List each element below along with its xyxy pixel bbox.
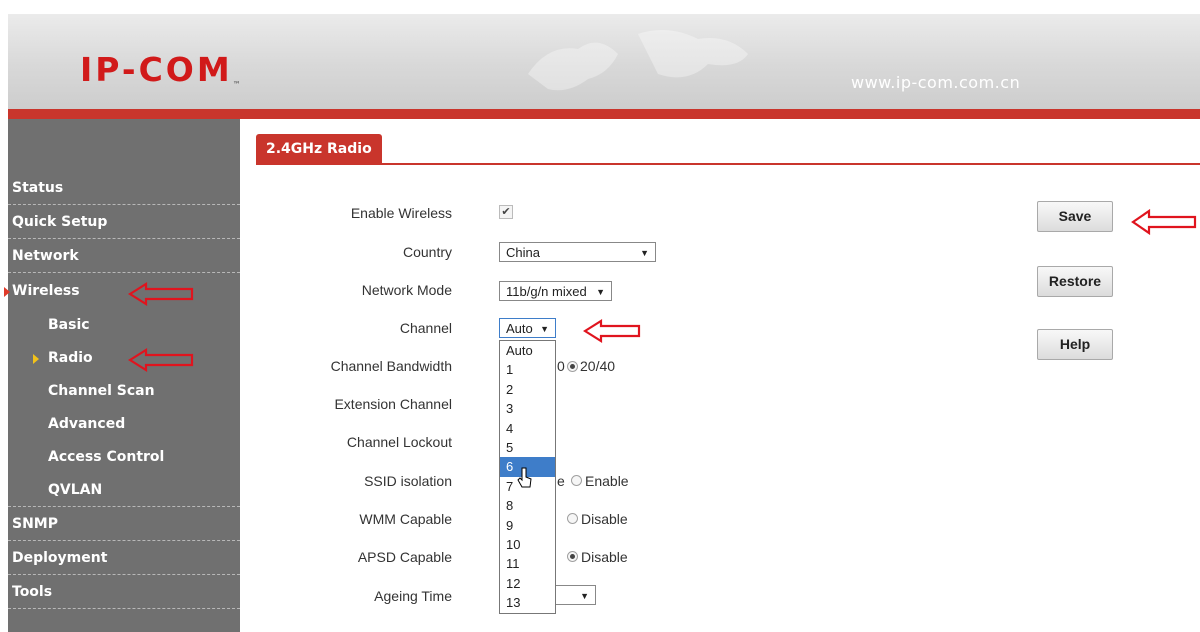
sidebar-item-basic[interactable]: Basic (8, 309, 240, 342)
dropdown-arrow-icon: ▼ (580, 591, 589, 601)
sidebar-item-label: Basic (48, 317, 90, 333)
sidebar-item-snmp[interactable]: SNMP (8, 508, 240, 541)
help-button[interactable]: Help (1037, 329, 1113, 360)
dropdown-arrow-icon: ▼ (540, 324, 549, 334)
channel-option[interactable]: 11 (500, 554, 555, 573)
wmm-disable-radio[interactable] (567, 513, 578, 524)
channel-option[interactable]: 12 (500, 574, 555, 593)
enable-wireless-checkbox[interactable]: ✔ (499, 205, 513, 219)
sidebar-item-advanced[interactable]: Advanced (8, 408, 240, 441)
channel-option[interactable]: 13 (500, 593, 555, 612)
sidebar-item-tools[interactable]: Tools (8, 576, 240, 609)
sidebar-item-wireless[interactable]: Wireless (4, 275, 240, 308)
sidebar-item-channel-scan[interactable]: Channel Scan (8, 375, 240, 408)
dropdown-arrow-icon: ▼ (640, 248, 649, 258)
sidebar-item-radio[interactable]: Radio (8, 342, 240, 375)
channel-lockout-label: Channel Lockout (346, 434, 452, 450)
sidebar-item-label: SNMP (12, 516, 58, 532)
channel-label: Channel (399, 320, 452, 336)
sidebar-item-label: Quick Setup (12, 214, 108, 230)
channel-option[interactable]: 5 (500, 438, 555, 457)
sidebar-nav: Status Quick Setup Network Wireless Basi… (4, 119, 240, 632)
channel-option[interactable]: 4 (500, 419, 555, 438)
bandwidth-partial-text: 0 (557, 358, 565, 374)
apsd-disable-radio[interactable] (567, 551, 578, 562)
network-mode-label: Network Mode (361, 282, 452, 298)
country-select[interactable]: China ▼ (499, 242, 656, 262)
sidebar-item-label: Network (12, 248, 79, 264)
mouse-cursor-icon (517, 467, 532, 488)
sidebar-item-label: Status (12, 180, 64, 196)
channel-select[interactable]: Auto ▼ (499, 318, 556, 338)
channel-option[interactable]: 10 (500, 535, 555, 554)
tab-underline (256, 163, 1200, 165)
extension-channel-label: Extension Channel (334, 396, 452, 412)
ssid-isolation-label: SSID isolation (364, 473, 452, 489)
website-url: www.ip-com.com.cn (851, 73, 1021, 92)
bandwidth-20-40-label: 20/40 (580, 358, 616, 374)
sidebar-item-network[interactable]: Network (8, 240, 240, 273)
channel-option[interactable]: 3 (500, 399, 555, 418)
sidebar-item-label: Access Control (48, 449, 165, 465)
world-map-graphic (528, 30, 748, 91)
sidebar-item-label: Channel Scan (48, 383, 155, 399)
ssid-isolation-partial-text: e (557, 473, 565, 489)
channel-bandwidth-label: Channel Bandwidth (330, 358, 452, 374)
sidebar-item-deployment[interactable]: Deployment (8, 542, 240, 575)
sidebar-item-label: Advanced (48, 416, 126, 432)
network-mode-select[interactable]: 11b/g/n mixed ▼ (499, 281, 612, 301)
sidebar-item-quick-setup[interactable]: Quick Setup (8, 206, 240, 239)
ssid-isolation-enable-label: Enable (585, 473, 629, 489)
active-triangle-icon (4, 287, 10, 297)
sidebar-item-label: Deployment (12, 550, 108, 566)
apsd-disable-label: Disable (581, 549, 628, 565)
sidebar-item-label: Tools (12, 584, 53, 600)
channel-option[interactable]: Auto (500, 341, 555, 360)
wmm-disable-label: Disable (581, 511, 628, 527)
header-banner: IP-COM™ www.ip-com.com.cn (8, 14, 1200, 109)
ssid-isolation-enable-radio[interactable] (571, 475, 582, 486)
annotation-arrow-icon (1131, 209, 1197, 235)
sidebar-item-label: Wireless (12, 283, 80, 299)
channel-value: Auto (506, 321, 533, 336)
sidebar-item-status[interactable]: Status (8, 172, 240, 205)
save-button[interactable]: Save (1037, 201, 1113, 232)
header-red-bar (8, 109, 1200, 119)
sidebar-item-qvlan[interactable]: QVLAN (8, 474, 240, 507)
sidebar-item-access-control[interactable]: Access Control (8, 441, 240, 474)
channel-option[interactable]: 1 (500, 360, 555, 379)
annotation-arrow-icon (583, 319, 641, 343)
sidebar-item-label: Radio (48, 350, 93, 366)
dropdown-arrow-icon: ▼ (596, 287, 605, 297)
country-label: Country (402, 244, 452, 260)
channel-option[interactable]: 9 (500, 516, 555, 535)
wmm-capable-label: WMM Capable (359, 511, 452, 527)
sidebar-item-label: QVLAN (48, 482, 103, 498)
annotation-arrow-icon (128, 282, 194, 306)
country-value: China (506, 245, 540, 260)
apsd-capable-label: APSD Capable (357, 549, 452, 565)
bandwidth-20-40-radio[interactable] (567, 361, 578, 372)
selected-triangle-icon (33, 354, 39, 364)
network-mode-value: 11b/g/n mixed (506, 284, 587, 299)
channel-option[interactable]: 2 (500, 380, 555, 399)
annotation-arrow-icon (128, 348, 194, 372)
restore-button[interactable]: Restore (1037, 266, 1113, 297)
enable-wireless-label: Enable Wireless (350, 205, 452, 221)
ageing-time-label: Ageing Time (374, 588, 452, 604)
channel-option[interactable]: 8 (500, 496, 555, 515)
tab-24ghz-radio[interactable]: 2.4GHz Radio (256, 134, 382, 164)
ipcom-logo: IP-COM™ (80, 50, 241, 89)
